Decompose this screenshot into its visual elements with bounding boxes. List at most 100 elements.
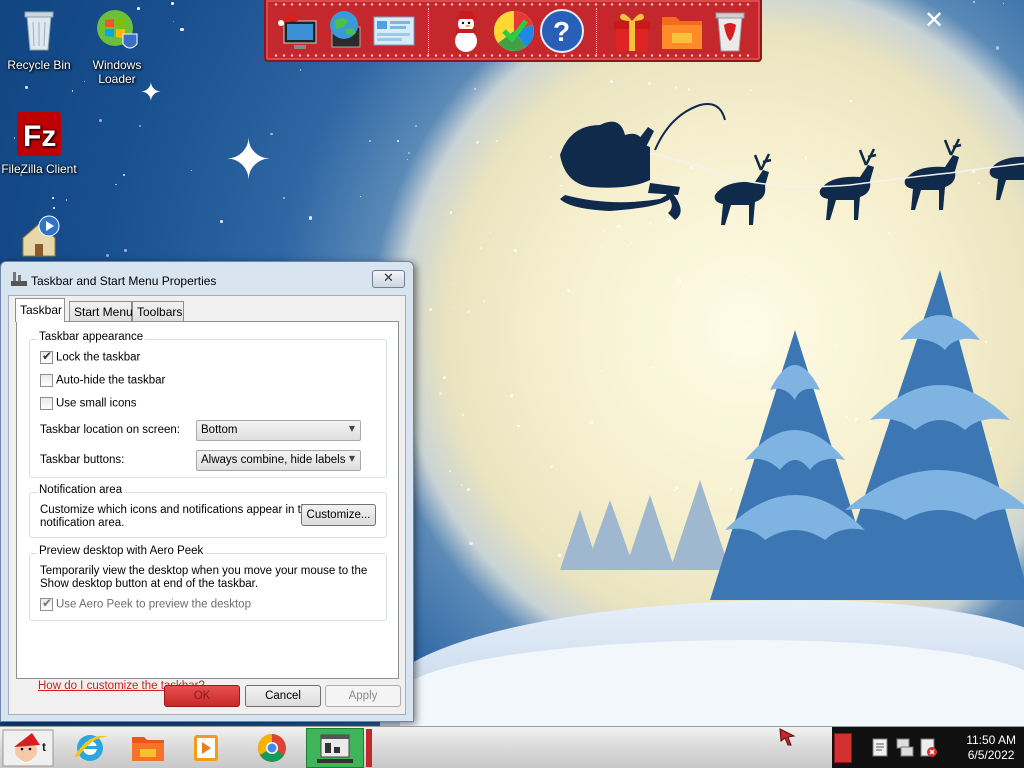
snowman-icon[interactable] [442,7,490,55]
cancel-button[interactable]: Cancel [245,685,321,707]
close-button[interactable]: ✕ [372,270,405,288]
taskbar-item-media-player[interactable] [180,729,232,767]
trash-icon[interactable] [706,7,754,55]
desktop-icon-home-media[interactable] [0,212,78,264]
taskbar-item-internet-explorer[interactable] [64,729,116,767]
location-select[interactable]: Bottom ▼ [196,420,361,441]
snow-dot [482,299,486,303]
tab-taskbar[interactable]: Taskbar [15,298,65,322]
show-hidden-icons-button[interactable] [834,733,852,763]
snowy-trees [560,270,1024,600]
snow-dot [972,1,975,3]
autohide-taskbar-checkbox[interactable]: Auto-hide the taskbar [40,374,165,390]
aero-peek-checkbox[interactable]: ✔ Use Aero Peek to preview the desktop [40,596,251,614]
snow-dot [1002,2,1004,5]
snow-dot [514,248,518,252]
color-wheel-icon[interactable] [490,7,538,55]
santa-sleigh-silhouette [560,103,1024,225]
snow-dot [688,88,691,91]
checkbox-label: Use Aero Peek to preview the desktop [56,598,251,611]
taskbar-item-chrome[interactable] [246,729,298,767]
system-clock[interactable]: 11:50 AM 6/5/2022 [966,733,1016,763]
group-notification-area: Notification area Customize which icons … [29,484,387,538]
snow-dot [469,541,473,545]
snow-dot [397,139,400,142]
snow-dot [750,89,752,92]
group-title: Notification area [37,484,125,496]
checkbox-box[interactable]: ✔ [40,349,53,364]
svg-text:?: ? [553,16,570,47]
control-panel-icon[interactable] [370,7,418,55]
group-aero-peek: Preview desktop with Aero Peek Temporari… [29,545,387,621]
ok-button[interactable]: OK [164,685,240,707]
tab-label: Start Menu [74,305,133,319]
checkbox-box[interactable] [40,397,53,410]
quick-launch-dock: ? [264,0,762,62]
tray-network-icon[interactable] [896,738,914,758]
taskbar-item-file-explorer[interactable] [122,729,174,767]
snow-dot [489,232,491,234]
snow-dot [995,46,999,50]
clock-time: 11:50 AM [966,733,1016,747]
clock-date: 6/5/2022 [967,748,1015,762]
file-explorer-icon [132,737,164,761]
customize-button[interactable]: Customize... [301,504,376,526]
notification-description: Customize which icons and notifications … [40,504,314,530]
snow-dot [540,236,543,238]
tab-panel-taskbar: Taskbar appearance ✔ Lock the taskbar Aut… [16,321,399,692]
desktop-icon-label: FileZilla Client [1,162,77,176]
santa-computer-icon[interactable] [276,7,324,55]
description-line: notification area. [40,517,125,529]
snow-dot [190,170,192,172]
snow-dot [407,158,409,160]
small-icons-checkbox[interactable]: Use small icons [40,397,137,413]
buttons-label: Taskbar buttons: [40,454,125,466]
tray-notes-icon[interactable] [872,738,890,758]
network-globe-icon[interactable] [322,7,370,55]
desktop-icon-filezilla[interactable]: Fz FileZilla Client [0,110,78,176]
checkbox-box[interactable]: ✔ [40,596,53,611]
help-icon[interactable]: ? [538,7,586,55]
snow-dot [72,90,74,92]
dock-decoration [272,3,754,6]
filezilla-icon: Fz [15,110,63,158]
media-player-icon [194,735,218,761]
taskbar-item-taskbar-properties[interactable] [306,728,364,768]
snow-dot [52,197,55,199]
checkbox-box[interactable] [40,374,53,387]
folder-icon[interactable] [658,7,706,55]
taskbar-settings-icon [11,272,27,286]
snow-dot [407,151,411,155]
tab-start-menu[interactable]: Start Menu [69,301,133,321]
snow-dot [460,483,463,486]
snow-dot [502,314,504,316]
snow-dot [115,183,117,185]
gift-icon[interactable] [608,7,656,55]
snow-dot [105,253,109,257]
wallpaper-sparkle: ✦ [225,128,272,193]
desktop-icon-windows-loader[interactable]: Windows Loader [78,6,156,86]
tab-toolbars[interactable]: Toolbars [132,301,184,321]
snow-dot [467,488,470,491]
group-taskbar-appearance: Taskbar appearance ✔ Lock the taskbar Aut… [29,331,387,478]
desktop-icon-recycle-bin[interactable]: Recycle Bin [0,6,78,72]
snow-dot [282,197,285,200]
taskbar-buttons-select[interactable]: Always combine, hide labels ▼ [196,450,361,471]
dialog-titlebar[interactable]: Taskbar and Start Menu Properties ✕ [1,262,413,296]
windows-loader-icon [93,6,141,54]
snow-dot [368,140,371,142]
snow-dot [809,76,811,78]
snow-dot [450,211,453,214]
taskbar-properties-icon [317,734,353,763]
start-button[interactable]: t [2,729,54,767]
apply-button[interactable]: Apply [325,685,401,707]
tray-volume-muted-icon[interactable] [920,738,938,758]
snow-dot [496,140,499,143]
description-line: Show desktop button at end of the taskba… [40,578,259,590]
snow-dot [122,173,125,177]
lock-taskbar-checkbox[interactable]: ✔ Lock the taskbar [40,349,140,367]
description-line: Temporarily view the desktop when you mo… [40,565,368,577]
snow-dot [629,241,633,244]
snow-dot [171,1,175,5]
system-tray: 11:50 AM 6/5/2022 [832,727,1024,768]
